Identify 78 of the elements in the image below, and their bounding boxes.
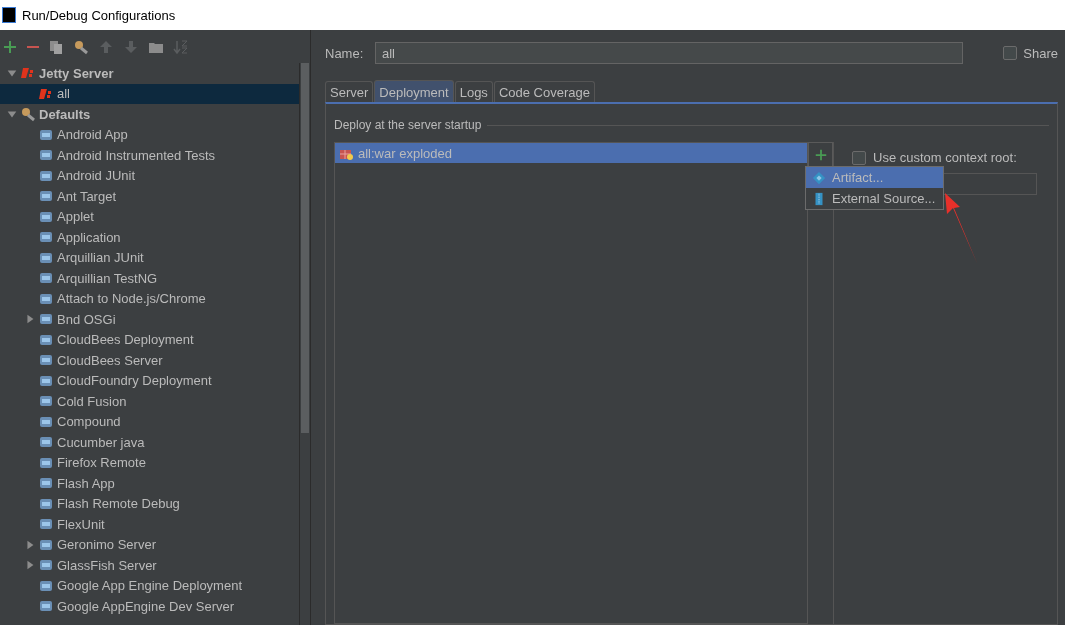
tree-item[interactable]: Applet: [0, 206, 299, 227]
tree-item-label: all: [57, 86, 70, 102]
tree-item-label: Cucumber java: [57, 434, 145, 450]
tree-item[interactable]: CloudFoundry Deployment: [0, 370, 299, 391]
tree-item-label: Android Instrumented Tests: [57, 147, 215, 163]
add-button[interactable]: [808, 142, 833, 167]
tab[interactable]: Code Coverage: [493, 81, 595, 102]
tree-item[interactable]: CloudBees Deployment: [0, 329, 299, 350]
name-field[interactable]: all: [375, 42, 963, 64]
name-label: Name:: [325, 45, 365, 61]
add-icon: [813, 147, 828, 162]
tree-item[interactable]: CloudBees Server: [0, 350, 299, 371]
down-arrow-icon: [123, 38, 139, 55]
tree-item-label: Ant Target: [57, 188, 117, 204]
tree-item[interactable]: Compound: [0, 411, 299, 432]
tree-item-label: Firefox Remote: [57, 455, 146, 471]
tree-item[interactable]: Google App Engine Deployment: [0, 575, 299, 596]
scrollbar[interactable]: [299, 63, 310, 625]
tree-item-label: Arquillian JUnit: [57, 250, 144, 266]
tree-item-label: Jetty Server: [39, 65, 114, 81]
tree-item-label: Compound: [57, 414, 121, 430]
tree-item-label: Defaults: [39, 106, 91, 122]
tree-item-label: Flash App: [57, 475, 115, 491]
tree-item[interactable]: Android App: [0, 124, 299, 145]
tree-item-label: Flash Remote Debug: [57, 496, 180, 512]
remove-icon: [27, 45, 39, 48]
tree-item-label: CloudBees Server: [57, 352, 163, 368]
tree-item[interactable]: Arquillian JUnit: [0, 247, 299, 268]
tree-item-label: CloudFoundry Deployment: [57, 373, 212, 389]
sort-icon: [173, 38, 189, 55]
tree-item[interactable]: Flash App: [0, 473, 299, 494]
tab[interactable]: Deployment: [374, 80, 454, 102]
share-label: Share: [1023, 45, 1058, 61]
tree-item[interactable]: Arquillian TestNG: [0, 268, 299, 289]
tree-item[interactable]: Android JUnit: [0, 165, 299, 186]
tree-item[interactable]: Cold Fusion: [0, 391, 299, 412]
tree-item-label: Application: [57, 229, 121, 245]
tree-item-label: Cold Fusion: [57, 393, 127, 409]
tree-item[interactable]: FlexUnit: [0, 514, 299, 535]
menu-item[interactable]: External Source...: [806, 188, 943, 209]
tree-item[interactable]: Geronimo Server: [0, 534, 299, 555]
tree-item[interactable]: Flash Remote Debug: [0, 493, 299, 514]
tree-item[interactable]: Ant Target: [0, 186, 299, 207]
tree-item[interactable]: Jetty Server: [0, 63, 299, 84]
tree-item-label: Geronimo Server: [57, 537, 156, 553]
window-title: Run/Debug Configurations: [22, 7, 176, 23]
tab[interactable]: Server: [325, 81, 374, 102]
tab[interactable]: Logs: [454, 81, 493, 102]
tree-item[interactable]: Application: [0, 227, 299, 248]
tree-item-label: Android JUnit: [57, 168, 136, 184]
tree-item-label: CloudBees Deployment: [57, 332, 194, 348]
tree-item[interactable]: all: [0, 83, 299, 104]
tree-item-label: Google App Engine Deployment: [57, 578, 242, 594]
tree-item[interactable]: Firefox Remote: [0, 452, 299, 473]
context-root-checkbox[interactable]: [852, 150, 866, 165]
tree-item[interactable]: Attach to Node.js/Chrome: [0, 288, 299, 309]
diamond-icon: [812, 170, 826, 185]
app-icon: [2, 7, 16, 23]
copy-icon: [48, 38, 64, 55]
add-icon: [2, 38, 18, 55]
tree-item-label: Google AppEngine Dev Server: [57, 598, 235, 614]
tree-item[interactable]: Android Instrumented Tests: [0, 145, 299, 166]
tree-item[interactable]: Bnd OSGi: [0, 309, 299, 330]
tree-item-label: Arquillian TestNG: [57, 270, 158, 286]
tree-item-label: Applet: [57, 209, 94, 225]
up-arrow-icon: [98, 38, 114, 55]
tree-item-label: FlexUnit: [57, 516, 105, 532]
tree-item[interactable]: Cucumber java: [0, 432, 299, 453]
tree-item-label: Android App: [57, 127, 128, 143]
tree-item-label: Attach to Node.js/Chrome: [57, 291, 206, 307]
context-root-label: Use custom context root:: [873, 150, 1017, 165]
group-title: Deploy at the server startup: [334, 118, 482, 132]
tree-item-label: GlassFish Server: [57, 557, 157, 573]
tree-item[interactable]: Google AppEngine Dev Server: [0, 596, 299, 617]
tree-item-label: Bnd OSGi: [57, 311, 116, 327]
share-checkbox[interactable]: [1003, 46, 1018, 60]
tree-item[interactable]: Defaults: [0, 104, 299, 125]
tree-item[interactable]: GlassFish Server: [0, 555, 299, 576]
